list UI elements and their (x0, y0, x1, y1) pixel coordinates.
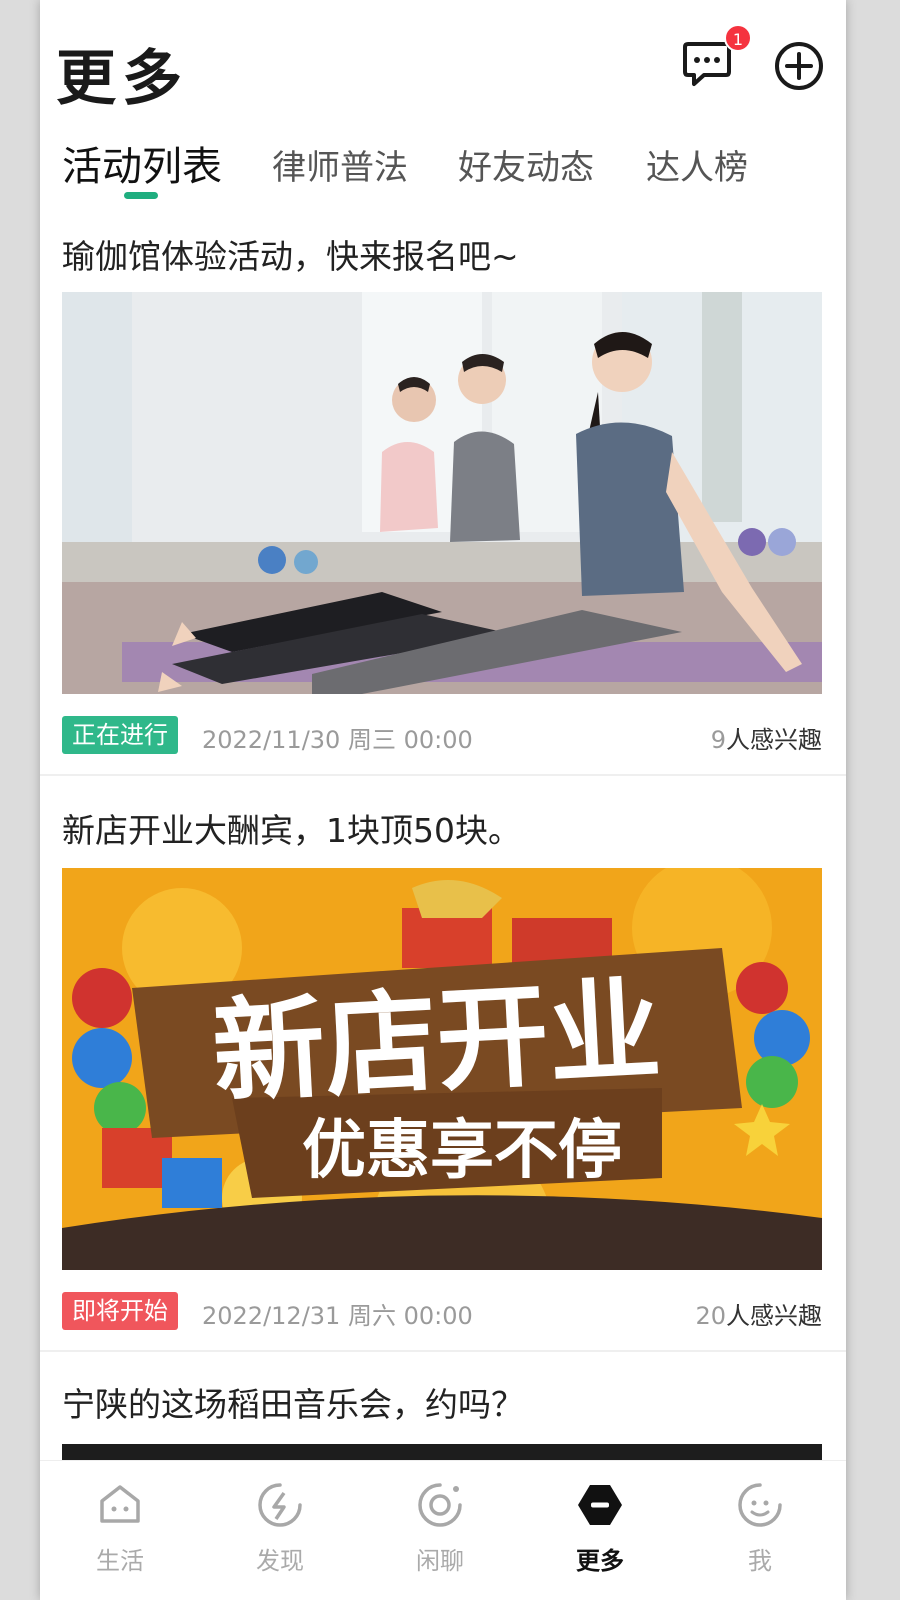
life-icon (100, 1485, 140, 1523)
chat-icon (418, 1483, 462, 1527)
tab-lawyer-law[interactable]: 律师普法 (272, 140, 408, 189)
phone-screen: 更多 1 活动列表 律师普法 好友动态 达人榜 瑜伽馆体验活动，快来报名吧~ 正… (40, 0, 846, 1600)
nav-item-life[interactable]: 生活 (60, 1471, 180, 1591)
activity-card[interactable]: 瑜伽馆体验活动，快来报名吧~ 正在进行 2022/11/30 周三 00:00 … (40, 220, 846, 794)
interest-count: 9人感兴趣 (711, 720, 822, 755)
card-title: 新店开业大酬宾，1块顶50块。 (62, 811, 521, 850)
bottom-navigation: 生活 发现 闲聊 更多 我 (40, 1460, 846, 1600)
yoga-class-photo[interactable] (62, 292, 822, 694)
new-store-opening-banner[interactable]: 新店开业 优惠享不停 (62, 868, 822, 1270)
rice-field-concert-photo[interactable] (62, 1444, 822, 1460)
chat-bubble-icon (683, 42, 731, 86)
card-divider (40, 774, 846, 776)
nav-item-chat[interactable]: 闲聊 (380, 1471, 500, 1591)
banner-subline: 优惠享不停 (302, 1114, 622, 1188)
add-button[interactable] (773, 40, 825, 92)
nav-label: 闲聊 (416, 1547, 464, 1575)
activity-date: 2022/11/30 周三 00:00 (202, 726, 473, 754)
plus-circle-icon (775, 42, 823, 90)
nav-label: 发现 (256, 1547, 304, 1575)
interest-label: 人感兴趣 (726, 726, 822, 754)
tab-bar: 活动列表 律师普法 好友动态 达人榜 (40, 134, 846, 204)
nav-label: 我 (748, 1547, 772, 1575)
store-banner-illustration: 新店开业 优惠享不停 (62, 868, 822, 1270)
me-icon (738, 1483, 782, 1527)
message-count-badge: 1 (724, 24, 752, 52)
nav-item-discover[interactable]: 发现 (220, 1471, 340, 1591)
card-divider (40, 1350, 846, 1352)
active-tab-indicator (124, 192, 158, 199)
interest-count: 20人感兴趣 (695, 1296, 822, 1331)
messages-button[interactable] (682, 38, 732, 90)
nav-item-me[interactable]: 我 (700, 1471, 820, 1591)
card-title: 宁陕的这场稻田音乐会，约吗？ (62, 1385, 524, 1424)
yoga-photo-illustration (62, 292, 822, 694)
discover-icon (258, 1483, 302, 1527)
activity-meta: 正在进行 2022/11/30 周三 00:00 9人感兴趣 (62, 716, 822, 754)
activity-date: 2022/12/31 周六 00:00 (202, 1302, 473, 1330)
activity-card[interactable]: 宁陕的这场稻田音乐会，约吗？ (40, 1370, 846, 1460)
status-badge-upcoming: 即将开始 (62, 1292, 178, 1330)
nav-label: 更多 (576, 1547, 624, 1575)
nav-label: 生活 (96, 1547, 144, 1575)
interest-number: 20 (695, 1302, 726, 1330)
page-title: 更多 (56, 44, 188, 114)
nav-item-more[interactable]: 更多 (540, 1471, 660, 1591)
tab-activity-list[interactable]: 活动列表 (62, 134, 222, 192)
banner-headline: 新店开业 (210, 965, 664, 1118)
tab-friends-feed[interactable]: 好友动态 (458, 140, 594, 189)
interest-label: 人感兴趣 (726, 1302, 822, 1330)
status-badge-ongoing: 正在进行 (62, 716, 178, 754)
activity-meta: 即将开始 2022/12/31 周六 00:00 20人感兴趣 (62, 1292, 822, 1330)
card-title: 瑜伽馆体验活动，快来报名吧~ (62, 237, 519, 276)
activity-card[interactable]: 新店开业大酬宾，1块顶50块。 新店开业 优惠享不停 即将开始 2022/12/… (40, 796, 846, 1350)
more-icon (578, 1485, 622, 1525)
tab-leaderboard[interactable]: 达人榜 (646, 140, 748, 189)
interest-number: 9 (710, 726, 726, 754)
